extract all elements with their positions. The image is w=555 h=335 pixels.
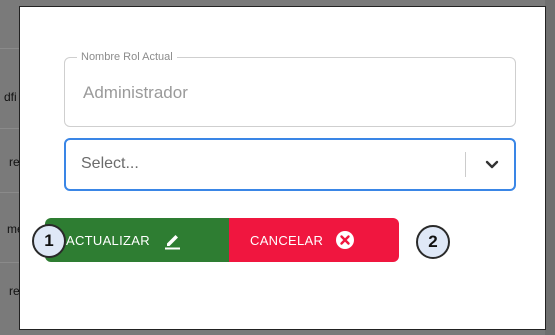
close-circle-icon — [335, 230, 355, 250]
role-select-placeholder: Select... — [81, 155, 139, 172]
select-separator — [465, 152, 466, 177]
step-badge-2: 2 — [416, 225, 450, 259]
edit-role-modal: Nombre Rol Actual Administrador Select..… — [19, 6, 546, 330]
current-role-legend: Nombre Rol Actual — [77, 50, 177, 64]
current-role-value: Administrador — [83, 83, 188, 102]
background-edge — [545, 0, 555, 335]
pencil-icon — [162, 230, 182, 250]
background-row-text: dfi — [4, 90, 17, 104]
chevron-down-icon[interactable] — [482, 154, 502, 174]
update-button[interactable]: ACTUALIZAR — [45, 218, 229, 262]
role-select[interactable]: Select... — [64, 138, 516, 191]
current-role-field: Nombre Rol Actual Administrador — [64, 50, 516, 127]
cancel-button[interactable]: CANCELAR — [229, 218, 399, 262]
cancel-button-label: CANCELAR — [250, 232, 324, 248]
step-badge-1: 1 — [32, 224, 66, 258]
update-button-label: ACTUALIZAR — [66, 232, 150, 248]
